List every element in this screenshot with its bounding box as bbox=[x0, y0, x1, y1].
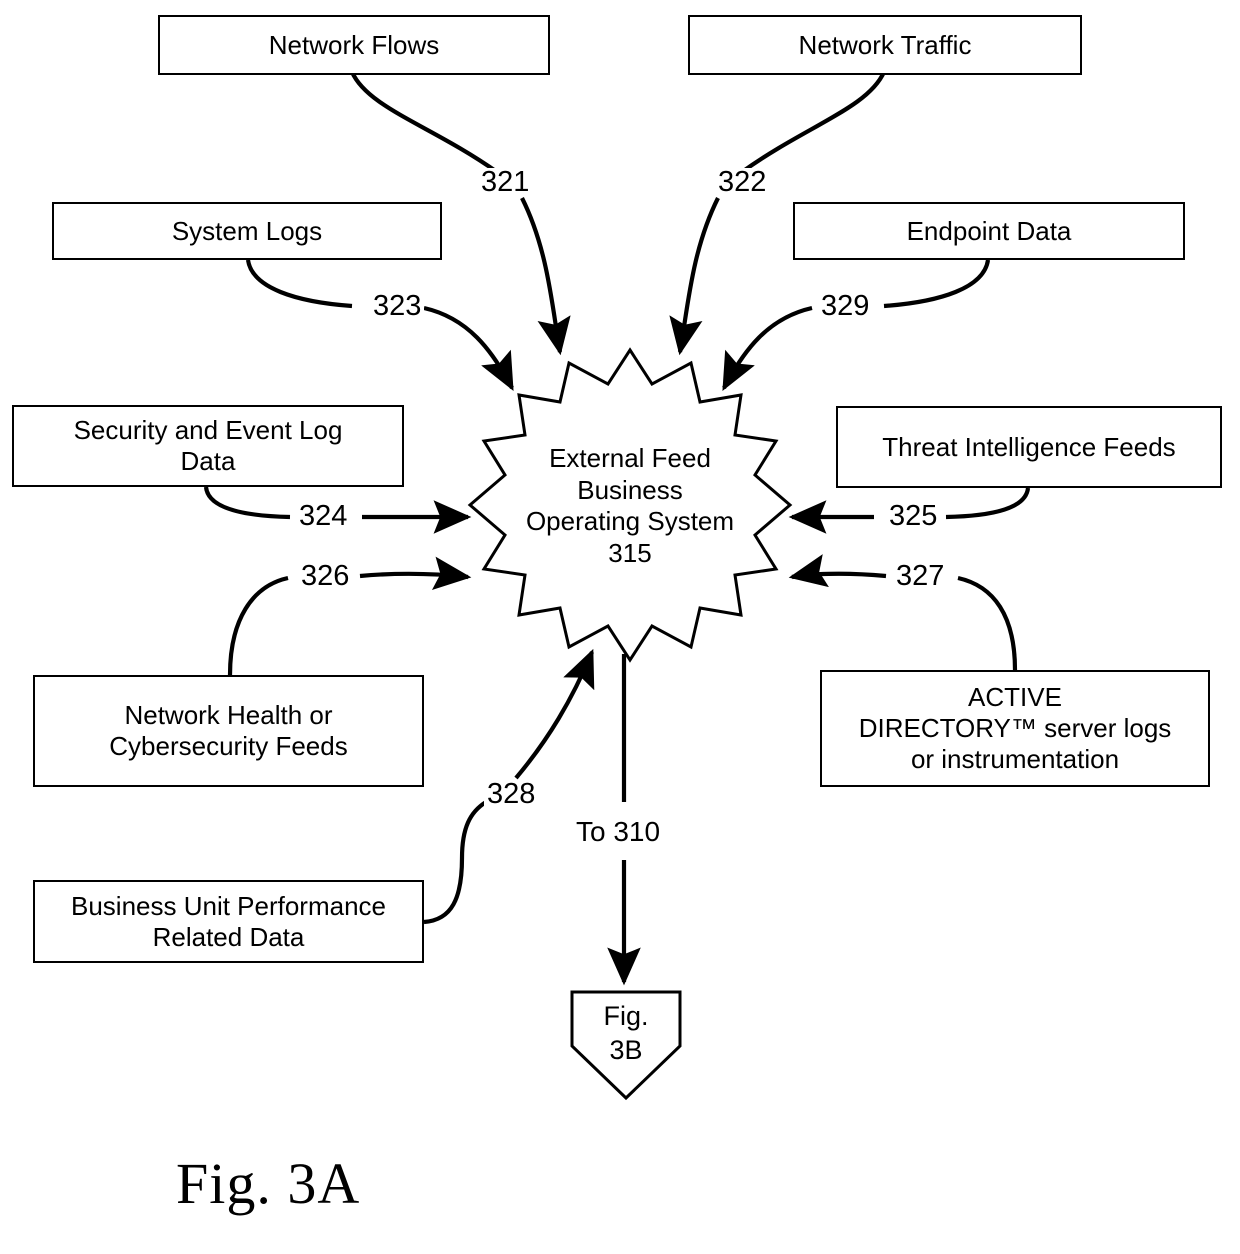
figure-caption: Fig. 3A bbox=[176, 1151, 361, 1216]
offpage-connector-line1: Fig. bbox=[603, 1001, 649, 1031]
hub-reference-numeral-315: 315 bbox=[608, 538, 652, 569]
source-box-network-health-line2: Cybersecurity Feeds bbox=[109, 731, 348, 761]
reference-numeral-329: 329 bbox=[818, 292, 873, 321]
source-box-network-traffic-label: Network Traffic bbox=[798, 29, 972, 60]
flow-label-to-310: To 310 bbox=[572, 818, 665, 846]
reference-numeral-321: 321 bbox=[478, 168, 533, 197]
offpage-connector-label: Fig. 3B bbox=[572, 1000, 680, 1068]
source-box-threat-intelligence-feeds[interactable]: Threat Intelligence Feeds bbox=[836, 406, 1222, 488]
source-box-active-directory-line1: ACTIVE bbox=[968, 682, 1062, 713]
hub-label-line1: External Feed bbox=[549, 443, 711, 473]
source-box-active-directory-line2: DIRECTORY™ server logs bbox=[858, 713, 1172, 744]
connector-323 bbox=[245, 259, 514, 391]
reference-numeral-325: 325 bbox=[886, 502, 941, 531]
hub-label-line3: Operating System bbox=[525, 506, 735, 537]
source-box-network-flows-label: Network Flows bbox=[268, 29, 440, 60]
source-box-business-unit-line2: Related Data bbox=[152, 921, 305, 952]
offpage-connector-line2: 3B bbox=[609, 1034, 643, 1065]
source-box-endpoint-data-label: Endpoint Data bbox=[906, 215, 1072, 246]
reference-numeral-327: 327 bbox=[893, 562, 948, 591]
source-box-security-event-log-data[interactable]: Security and Event Log Data bbox=[12, 405, 404, 487]
source-box-network-health-cybersecurity-feeds[interactable]: Network Health or Cybersecurity Feeds bbox=[33, 675, 424, 787]
source-box-endpoint-data[interactable]: Endpoint Data bbox=[793, 202, 1185, 260]
reference-numeral-322: 322 bbox=[715, 168, 770, 197]
source-box-business-unit-performance-data[interactable]: Business Unit Performance Related Data bbox=[33, 880, 424, 963]
source-box-network-traffic[interactable]: Network Traffic bbox=[688, 15, 1082, 75]
source-box-active-directory-server-logs[interactable]: ACTIVE DIRECTORY™ server logs or instrum… bbox=[820, 670, 1210, 787]
source-box-business-unit-line1: Business Unit Performance bbox=[70, 890, 387, 921]
hub-label-block: External Feed Business Operating System … bbox=[470, 443, 790, 570]
source-box-network-flows[interactable]: Network Flows bbox=[158, 15, 550, 75]
hub-label-line2: Business bbox=[577, 474, 683, 505]
reference-numeral-326: 326 bbox=[298, 562, 353, 591]
source-box-system-logs-label: System Logs bbox=[171, 215, 323, 246]
source-box-network-health-line1: Network Health or bbox=[124, 700, 333, 731]
reference-numeral-328: 328 bbox=[484, 780, 539, 809]
reference-numeral-323: 323 bbox=[370, 292, 425, 321]
source-box-security-event-log-data-line2: Data bbox=[180, 446, 236, 476]
source-box-system-logs[interactable]: System Logs bbox=[52, 202, 442, 260]
source-box-active-directory-line3: or instrumentation bbox=[910, 743, 1120, 774]
figure-canvas: Network Flows Network Traffic System Log… bbox=[0, 0, 1240, 1254]
source-box-security-event-log-data-line1: Security and Event Log bbox=[73, 415, 343, 446]
reference-numeral-324: 324 bbox=[296, 502, 351, 531]
source-box-threat-intelligence-feeds-label: Threat Intelligence Feeds bbox=[882, 431, 1176, 462]
connector-329 bbox=[722, 259, 991, 391]
